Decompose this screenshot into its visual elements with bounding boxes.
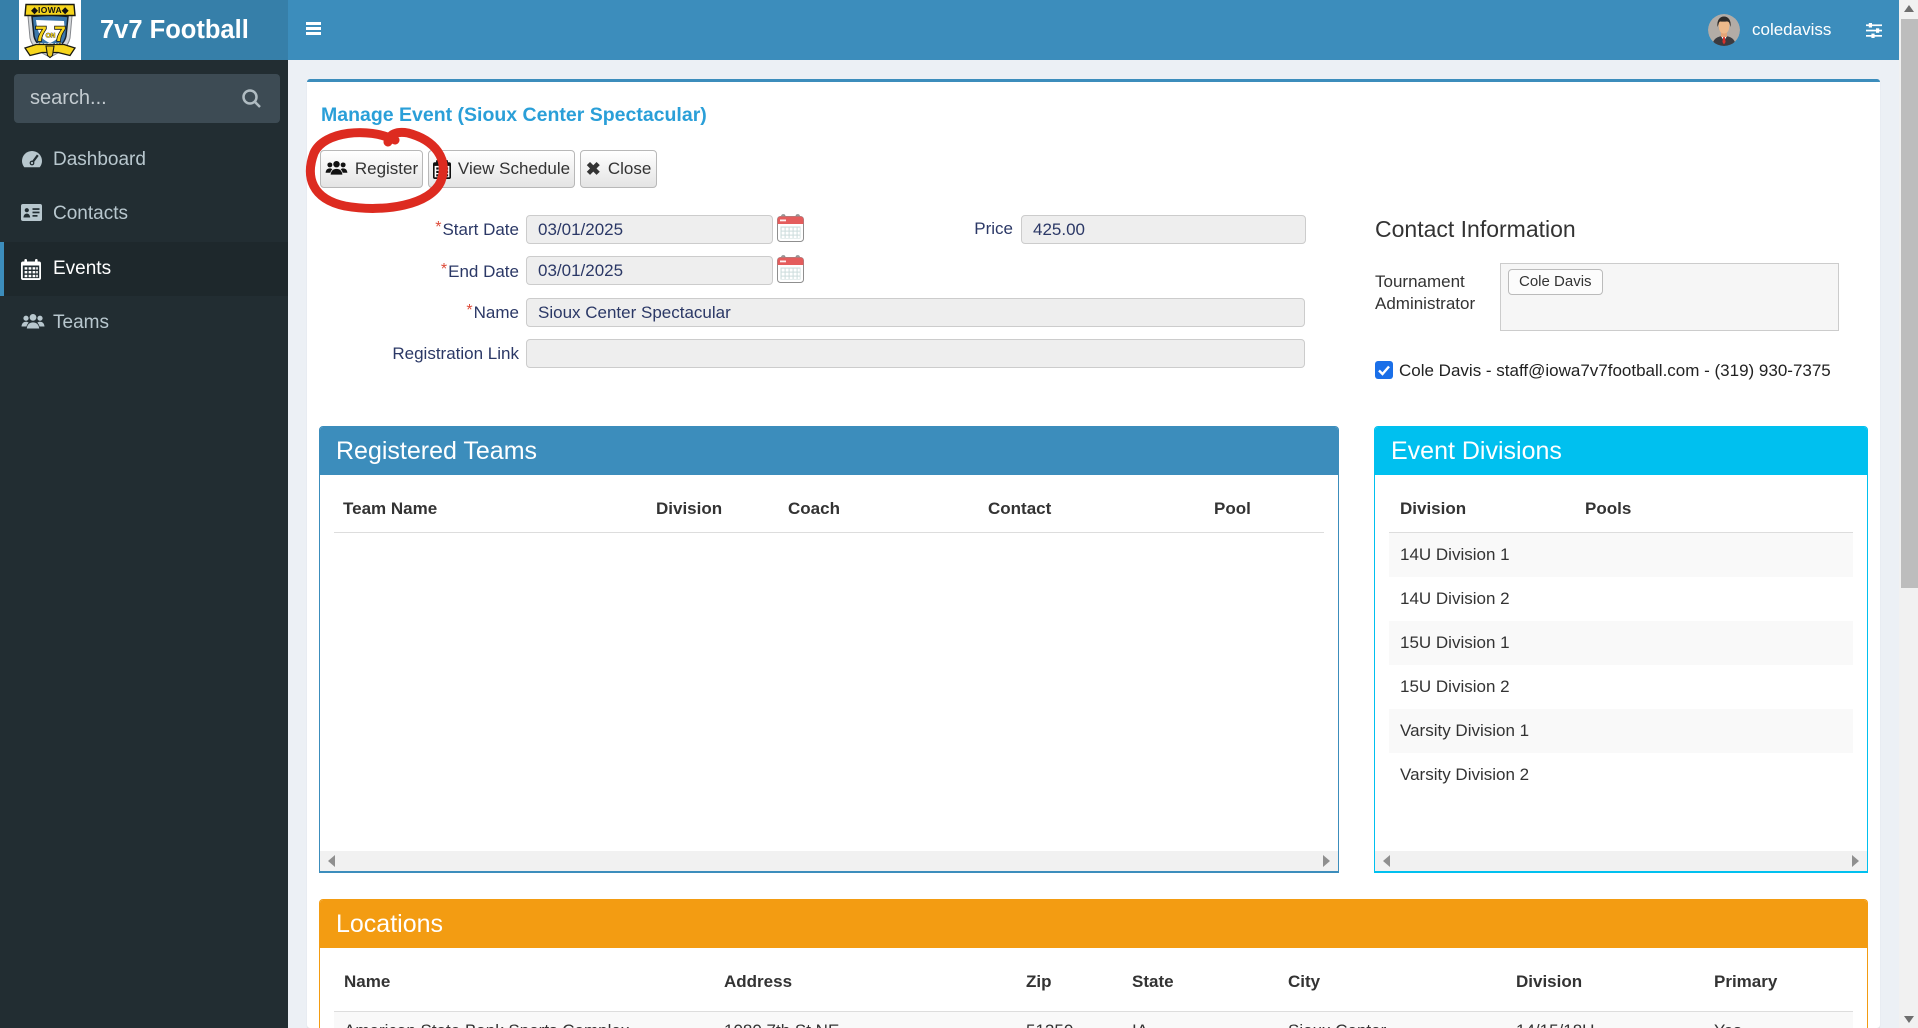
svg-text:◆IOWA◆: ◆IOWA◆ [30,5,70,15]
svg-text:ON: ON [46,33,56,40]
